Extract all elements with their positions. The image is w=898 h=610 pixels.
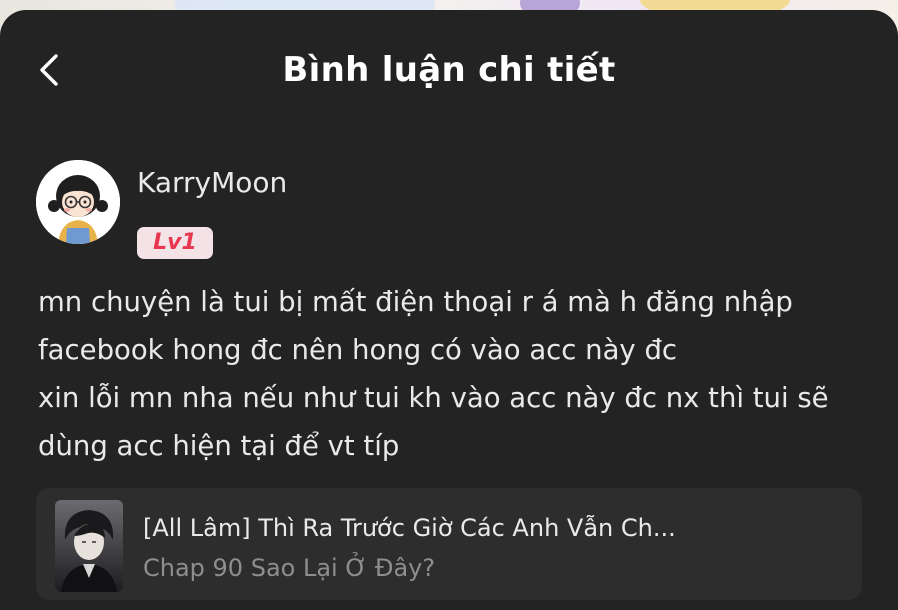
- chevron-left-icon: [40, 54, 58, 86]
- story-cover-image: [55, 500, 123, 592]
- story-cover-illustration: [55, 500, 123, 592]
- story-title: [All Lâm] Thì Ra Trước Giờ Các Anh Vẫn C…: [143, 514, 676, 542]
- level-badge: Lv1: [137, 227, 213, 259]
- story-chapter: Chap 90 Sao Lại Ở Đây?: [143, 554, 436, 582]
- avatar-illustration: [36, 160, 120, 244]
- comment-detail-sheet: Bình luận chi tiết KarryMoon Lv1 mn chuy…: [0, 10, 898, 610]
- comment-line: xin lỗi mn nha nếu như tui kh vào acc nà…: [38, 382, 829, 414]
- page-title: Bình luận chi tiết: [282, 50, 616, 90]
- comment-text: mn chuyện là tui bị mất điện thoại r á m…: [38, 278, 878, 470]
- avatar[interactable]: [36, 160, 120, 244]
- comment-line: dùng acc hiện tại để vt típ: [38, 430, 400, 462]
- comment-username[interactable]: KarryMoon: [137, 166, 287, 199]
- story-link-card[interactable]: [All Lâm] Thì Ra Trước Giờ Các Anh Vẫn C…: [36, 488, 862, 600]
- back-button[interactable]: [30, 50, 70, 90]
- comment-line: mn chuyện là tui bị mất điện thoại r á m…: [38, 286, 793, 318]
- comment-line: facebook hong đc nên hong có vào acc này…: [38, 334, 678, 366]
